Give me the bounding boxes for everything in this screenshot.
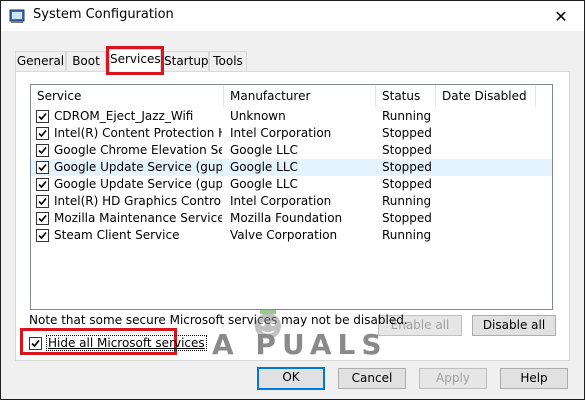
cancel-button[interactable]: Cancel (338, 368, 406, 389)
service-checkbox[interactable] (36, 195, 49, 208)
disable-all-button[interactable]: Disable all (472, 315, 556, 336)
service-name: Google Update Service (gupdatem) (54, 177, 222, 191)
service-status: Stopped (382, 126, 432, 140)
service-name: Intel(R) HD Graphics Control Pa... (54, 194, 222, 208)
service-manufacturer: Valve Corporation (230, 228, 338, 242)
msconfig-app-icon (9, 8, 25, 24)
service-manufacturer: Intel Corporation (230, 194, 332, 208)
watermark-text: A PUALS (212, 328, 388, 361)
service-name: Steam Client Service (54, 228, 180, 242)
service-date-disabled (442, 227, 532, 244)
service-manufacturer: Intel Corporation (230, 126, 332, 140)
column-service[interactable]: Service (31, 85, 224, 107)
service-status: Running (382, 228, 432, 242)
service-checkbox[interactable] (36, 229, 49, 242)
service-name: Intel(R) Content Protection HEC... (54, 126, 222, 140)
service-name: Google Chrome Elevation Servic... (54, 143, 222, 157)
service-status: Stopped (382, 177, 432, 191)
service-date-disabled (442, 125, 532, 142)
tab-boot[interactable]: Boot (66, 51, 106, 71)
close-icon[interactable]: ✕ (538, 1, 584, 31)
service-date-disabled (442, 176, 532, 193)
service-checkbox[interactable] (36, 127, 49, 140)
table-row[interactable]: Mozilla Maintenance Service Mozilla Foun… (31, 210, 552, 227)
ok-button[interactable]: OK (257, 367, 325, 390)
service-checkbox[interactable] (36, 161, 49, 174)
service-manufacturer: Google LLC (230, 177, 298, 191)
service-manufacturer: Google LLC (230, 143, 298, 157)
tab-startup[interactable]: Startup (163, 51, 209, 71)
service-status: Running (382, 194, 432, 208)
system-configuration-window: System Configuration ✕ General Boot Serv… (0, 0, 585, 400)
tab-services[interactable]: Services (106, 46, 164, 75)
service-name: CDROM_Eject_Jazz_Wifi (54, 109, 194, 123)
table-row[interactable]: CDROM_Eject_Jazz_Wifi Unknown Running (31, 108, 552, 125)
window-title: System Configuration (33, 7, 174, 22)
dialog-button-bar: OK Cancel Apply Help (1, 363, 584, 399)
service-name: Mozilla Maintenance Service (54, 211, 222, 225)
service-checkbox[interactable] (36, 212, 49, 225)
table-row[interactable]: Intel(R) HD Graphics Control Pa... Intel… (31, 193, 552, 210)
service-status: Stopped (382, 143, 432, 157)
tab-tools[interactable]: Tools (209, 51, 247, 71)
table-row[interactable]: Google Update Service (gupdatem) Google … (31, 176, 552, 193)
service-date-disabled (442, 159, 532, 176)
services-list: Service Manufacturer Status Date Disable… (30, 84, 553, 310)
service-checkbox[interactable] (36, 110, 49, 123)
table-row[interactable]: Intel(R) Content Protection HEC... Intel… (31, 125, 552, 142)
service-status: Stopped (382, 211, 432, 225)
service-date-disabled (442, 108, 532, 125)
hide-microsoft-services-checkbox[interactable] (29, 337, 42, 350)
title-bar: System Configuration ✕ (1, 1, 584, 31)
column-date-disabled[interactable]: Date Disabled (436, 85, 536, 107)
appuals-watermark: A PUALS (208, 302, 382, 362)
tab-general[interactable]: General (15, 51, 66, 71)
service-checkbox[interactable] (36, 178, 49, 191)
table-row[interactable]: Google Chrome Elevation Servic... Google… (31, 142, 552, 159)
hide-microsoft-services-label[interactable]: Hide all Microsoft services (46, 335, 207, 351)
column-manufacturer[interactable]: Manufacturer (224, 85, 376, 107)
service-checkbox[interactable] (36, 144, 49, 157)
hide-microsoft-services-option[interactable]: Hide all Microsoft services (20, 328, 207, 355)
help-button[interactable]: Help (500, 368, 568, 389)
table-row[interactable]: Steam Client Service Valve Corporation R… (31, 227, 552, 244)
service-date-disabled (442, 210, 532, 227)
apply-button[interactable]: Apply (419, 368, 487, 389)
service-manufacturer: Google LLC (230, 160, 298, 174)
service-date-disabled (442, 142, 532, 159)
table-row[interactable]: Google Update Service (gupdate) Google L… (31, 159, 552, 176)
service-status: Stopped (382, 160, 432, 174)
list-header: Service Manufacturer Status Date Disable… (31, 85, 552, 107)
column-status[interactable]: Status (376, 85, 436, 107)
service-manufacturer: Mozilla Foundation (230, 211, 343, 225)
service-status: Running (382, 109, 432, 123)
service-date-disabled (442, 193, 532, 210)
service-name: Google Update Service (gupdate) (54, 160, 222, 174)
service-manufacturer: Unknown (230, 109, 286, 123)
